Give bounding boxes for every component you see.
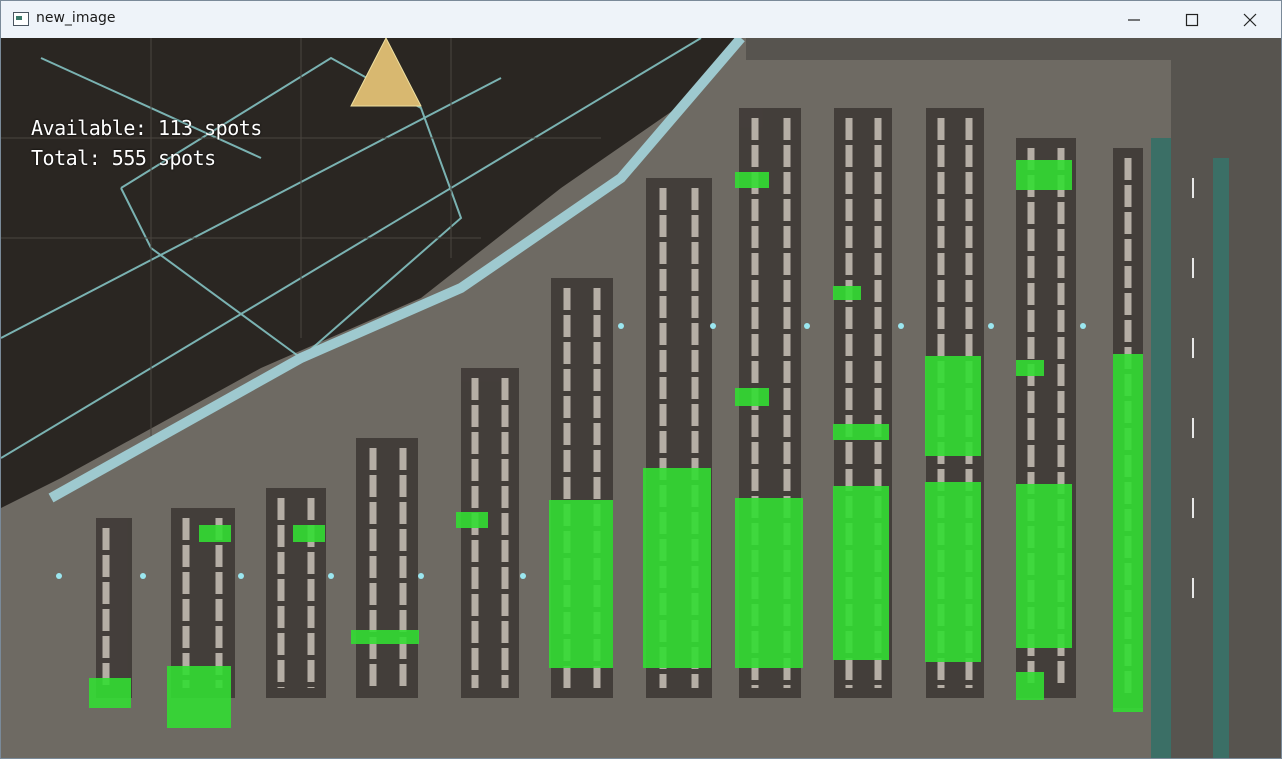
- minimize-button[interactable]: [1105, 1, 1163, 38]
- app-icon: [13, 12, 29, 26]
- minimize-icon: [1128, 19, 1140, 21]
- total-spots-label: Total: 555 spots: [31, 146, 216, 170]
- available-spots-label: Available: 113 spots: [31, 116, 262, 140]
- title-bar[interactable]: new_image: [1, 1, 1281, 38]
- close-icon: [1243, 13, 1257, 27]
- close-button[interactable]: [1221, 1, 1279, 38]
- maximize-icon: [1185, 13, 1199, 27]
- maximize-button[interactable]: [1163, 1, 1221, 38]
- window-title: new_image: [36, 10, 116, 26]
- image-canvas: Available: 113 spots Total: 555 spots: [1, 38, 1281, 758]
- app-window: new_image Available: 113 spots Total: 55…: [0, 0, 1282, 759]
